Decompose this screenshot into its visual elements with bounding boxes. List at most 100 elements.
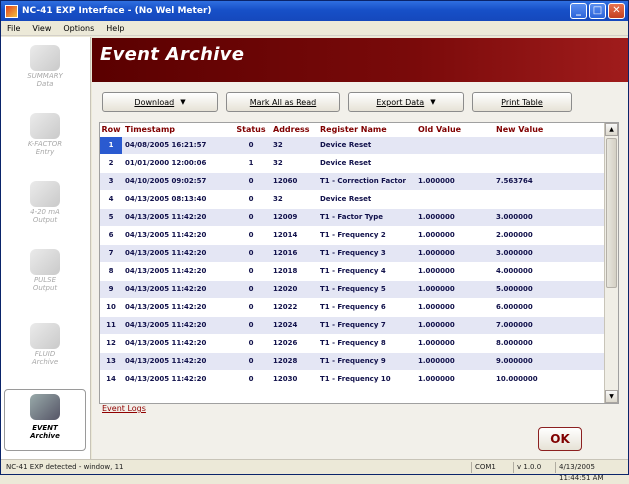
register-name-cell: T1 - Frequency 3 <box>320 249 386 257</box>
page-title: Event Archive <box>100 44 245 65</box>
register-name-cell: T1 - Correction Factor <box>320 177 406 185</box>
address-cell: 12022 <box>273 303 298 311</box>
kfactor-icon <box>30 113 60 139</box>
title-bar[interactable]: NC-41 EXP Interface - (No Wel Meter) _ □… <box>1 1 628 21</box>
status-cell: 0 <box>248 177 254 185</box>
row-number: 11 <box>106 321 116 329</box>
register-name-cell: T1 - Frequency 7 <box>320 321 386 329</box>
address-cell: 12014 <box>273 231 298 239</box>
event-table: Row Timestamp Status Address Register Na… <box>99 122 619 404</box>
menu-options[interactable]: Options <box>57 24 100 33</box>
sidebar-item-current-output[interactable]: 4-20 mA Output <box>4 179 86 229</box>
register-name-cell: T1 - Frequency 10 <box>320 375 391 383</box>
maximize-button[interactable]: □ <box>589 3 606 19</box>
table-row[interactable]: 6 04/13/2005 11:42:20 0 12014 T1 - Frequency… <box>100 227 605 245</box>
old-value-cell: 1.000000 <box>418 285 455 293</box>
table-row[interactable]: 2 01/01/2000 12:00:06 1 32 Device Reset <box>100 155 605 173</box>
download-button[interactable]: Download ▼ <box>102 92 218 112</box>
status-cell: 0 <box>248 249 254 257</box>
column-header-row[interactable]: Row <box>100 123 122 137</box>
sidebar: SUMMARY Data K-FACTOR Entry 4-20 mA Outp… <box>1 37 91 459</box>
row-number: 4 <box>108 195 114 203</box>
status-message: NC-41 EXP detected - window, 11 <box>6 463 124 471</box>
new-value-cell: 9.000000 <box>496 357 533 365</box>
old-value-cell: 1.000000 <box>418 357 455 365</box>
table-row[interactable]: 11 04/13/2005 11:42:20 0 12024 T1 - Frequenc… <box>100 317 605 335</box>
mark-all-read-button[interactable]: Mark All as Read <box>226 92 340 112</box>
address-cell: 12009 <box>273 213 298 221</box>
menu-view[interactable]: View <box>26 24 57 33</box>
old-value-cell <box>415 137 493 154</box>
row-number: 6 <box>108 231 114 239</box>
old-value-cell: 1.000000 <box>418 375 455 383</box>
row-number: 8 <box>108 267 114 275</box>
new-value-cell: 6.000000 <box>496 303 533 311</box>
timestamp-cell: 04/13/2005 11:42:20 <box>125 231 207 239</box>
table-row[interactable]: 5 04/13/2005 11:42:20 0 12009 T1 - Factor Ty… <box>100 209 605 227</box>
column-header-status[interactable]: Status <box>232 123 270 137</box>
timestamp-cell: 04/13/2005 11:42:20 <box>125 213 207 221</box>
current-icon <box>30 181 60 207</box>
print-table-button[interactable]: Print Table <box>472 92 572 112</box>
sidebar-item-summary[interactable]: SUMMARY Data <box>4 43 86 93</box>
timestamp-cell: 01/01/2000 12:00:06 <box>125 159 207 167</box>
old-value-cell: 1.000000 <box>418 339 455 347</box>
register-name-cell: T1 - Frequency 8 <box>320 339 386 347</box>
row-number: 10 <box>106 303 116 311</box>
register-name-cell: T1 - Frequency 9 <box>320 357 386 365</box>
scroll-thumb[interactable] <box>606 138 617 288</box>
sidebar-item-event-archive[interactable]: EVENT Archive <box>4 389 86 451</box>
sidebar-item-fluid-archive[interactable]: FLUID Archive <box>4 321 86 371</box>
table-row[interactable]: 9 04/13/2005 11:42:20 0 12020 T1 - Frequency… <box>100 281 605 299</box>
dropdown-arrow-icon: ▼ <box>430 98 436 106</box>
new-value-cell: 10.000000 <box>496 375 538 383</box>
table-row[interactable]: 8 04/13/2005 11:42:20 0 12018 T1 - Frequency… <box>100 263 605 281</box>
event-logs-link[interactable]: Event Logs <box>102 404 146 413</box>
menu-file[interactable]: File <box>1 24 26 33</box>
timestamp-cell: 04/08/2005 16:21:57 <box>125 141 207 149</box>
close-button[interactable]: ✕ <box>608 3 625 19</box>
sidebar-item-pulse-output[interactable]: PULSE Output <box>4 247 86 297</box>
sidebar-item-label: FLUID Archive <box>31 350 59 366</box>
table-row[interactable]: 1 04/08/2005 16:21:57 0 32 Device Reset <box>100 137 605 155</box>
vertical-scrollbar[interactable]: ▲ ▼ <box>604 123 618 403</box>
register-name-cell: Device Reset <box>320 141 372 149</box>
table-row[interactable]: 4 04/13/2005 08:13:40 0 32 Device Reset <box>100 191 605 209</box>
row-number: 9 <box>108 285 114 293</box>
table-row[interactable]: 14 04/13/2005 11:42:20 0 12030 T1 - Frequenc… <box>100 371 605 389</box>
old-value-cell: 1.000000 <box>418 267 455 275</box>
ok-button[interactable]: OK <box>538 427 582 451</box>
scroll-up-icon[interactable]: ▲ <box>605 123 618 136</box>
table-row[interactable]: 12 04/13/2005 11:42:20 0 12026 T1 - Frequenc… <box>100 335 605 353</box>
column-header-timestamp[interactable]: Timestamp <box>122 123 232 137</box>
print-label: Print Table <box>501 97 543 107</box>
timestamp-cell: 04/13/2005 11:42:20 <box>125 267 207 275</box>
table-row[interactable]: 13 04/13/2005 11:42:20 0 12028 T1 - Frequenc… <box>100 353 605 371</box>
table-row[interactable]: 3 04/10/2005 09:02:57 0 12060 T1 - Correctio… <box>100 173 605 191</box>
row-number: 7 <box>108 249 114 257</box>
scroll-down-icon[interactable]: ▼ <box>605 390 618 403</box>
new-value-cell: 2.000000 <box>496 231 533 239</box>
register-name-cell: Device Reset <box>320 195 372 203</box>
address-cell: 12016 <box>273 249 298 257</box>
timestamp-cell: 04/10/2005 09:02:57 <box>125 177 207 185</box>
status-version: v 1.0.0 <box>513 462 553 473</box>
table-row[interactable]: 10 04/13/2005 11:42:20 0 12022 T1 - Frequenc… <box>100 299 605 317</box>
minimize-button[interactable]: _ <box>570 3 587 19</box>
status-cell: 0 <box>248 231 254 239</box>
column-header-new-value[interactable]: New Value <box>493 123 579 137</box>
table-row[interactable]: 7 04/13/2005 11:42:20 0 12016 T1 - Frequency… <box>100 245 605 263</box>
old-value-cell: 1.000000 <box>418 213 455 221</box>
app-window: NC-41 EXP Interface - (No Wel Meter) _ □… <box>0 0 629 482</box>
page-header: Event Archive <box>92 38 628 82</box>
new-value-cell: 4.000000 <box>496 267 533 275</box>
status-cell: 0 <box>248 213 254 221</box>
column-header-register-name[interactable]: Register Name <box>317 123 415 137</box>
column-header-address[interactable]: Address <box>270 123 317 137</box>
menu-help[interactable]: Help <box>100 24 130 33</box>
sidebar-item-kfactor[interactable]: K-FACTOR Entry <box>4 111 86 161</box>
column-header-old-value[interactable]: Old Value <box>415 123 493 137</box>
dropdown-arrow-icon: ▼ <box>180 98 186 106</box>
export-data-button[interactable]: Export Data ▼ <box>348 92 464 112</box>
timestamp-cell: 04/13/2005 08:13:40 <box>125 195 207 203</box>
